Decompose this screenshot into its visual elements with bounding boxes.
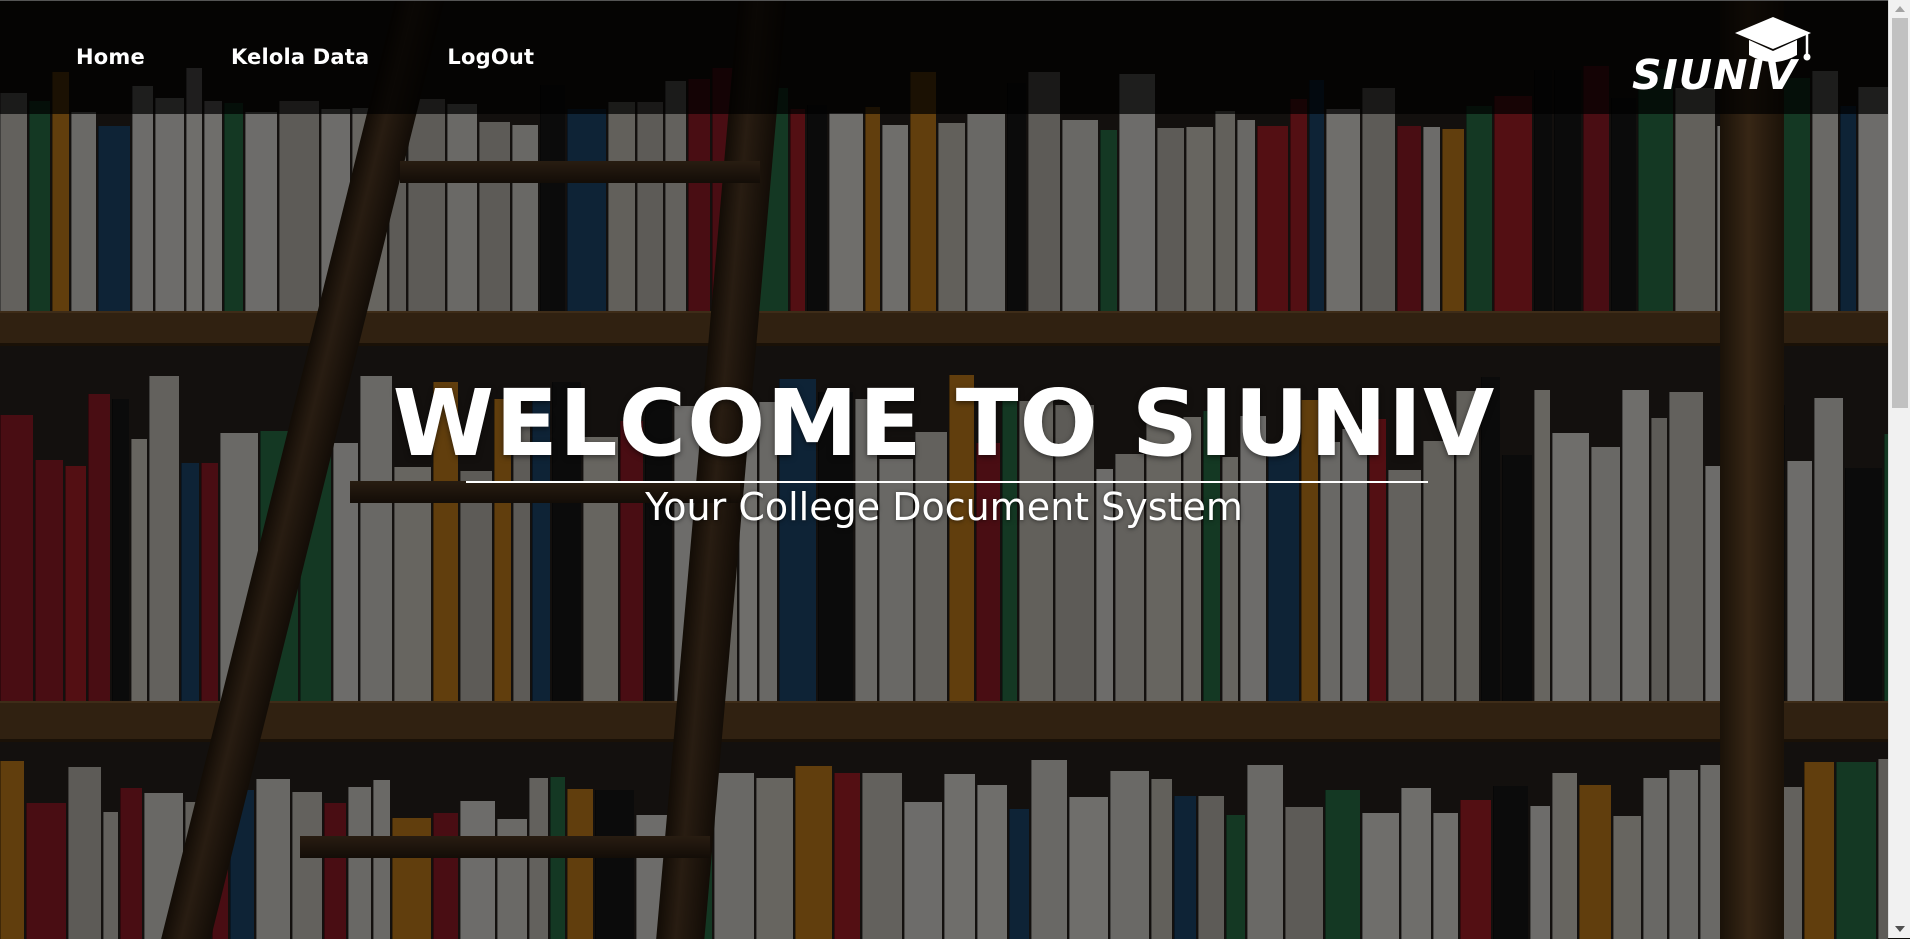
hero-subtitle: Your College Document System <box>645 485 1243 529</box>
nav-link-logout[interactable]: LogOut <box>447 45 534 69</box>
hero-title: WELCOME TO SIUNIV <box>392 370 1496 477</box>
scroll-down-arrow-icon[interactable] <box>1889 920 1910 938</box>
hero-title-underline <box>466 481 1428 483</box>
top-navbar: Home Kelola Data LogOut SIUNIV <box>0 1 1888 114</box>
brand-logo[interactable]: SIUNIV <box>1630 15 1820 99</box>
nav-link-kelola-data[interactable]: Kelola Data <box>231 45 369 69</box>
graduation-cap-icon <box>1735 17 1811 62</box>
scrollbar-thumb[interactable] <box>1892 18 1908 408</box>
nav-link-home[interactable]: Home <box>76 45 145 69</box>
scroll-up-arrow-icon[interactable] <box>1889 0 1910 18</box>
nav-menu: Home Kelola Data LogOut <box>76 45 534 69</box>
vertical-scrollbar[interactable] <box>1888 0 1910 938</box>
page-viewport: Home Kelola Data LogOut SIUNIV WELCOME T… <box>0 0 1888 939</box>
